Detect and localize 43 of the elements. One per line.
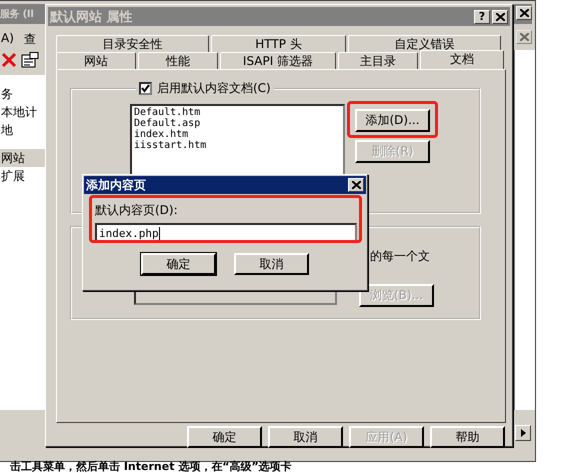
close-button[interactable] bbox=[348, 178, 364, 192]
help-button[interactable]: ? bbox=[474, 10, 490, 24]
tree-item[interactable]: 扩展 bbox=[0, 167, 46, 185]
close-button[interactable] bbox=[516, 6, 532, 20]
close-icon bbox=[496, 12, 504, 20]
tree-item[interactable]: 地 bbox=[0, 121, 46, 139]
close-icon bbox=[520, 33, 528, 41]
window-title: 默认网站 属性 bbox=[50, 8, 133, 26]
tab[interactable]: 主目录 bbox=[338, 52, 418, 69]
tab[interactable]: 目录安全性 bbox=[56, 35, 209, 52]
tab[interactable]: ISAPI 筛选器 bbox=[220, 52, 336, 69]
tab[interactable]: 网站 bbox=[56, 52, 136, 69]
enable-checkbox[interactable]: 启用默认内容文档(C) bbox=[139, 80, 271, 97]
list-item[interactable]: Default.htm bbox=[134, 107, 341, 118]
tab[interactable]: HTTP 头 bbox=[211, 35, 346, 52]
window-title: 服务 (II bbox=[0, 8, 34, 21]
page-text: 击工具菜单，然后单击 Internet 选项，在“高级”选项卡 bbox=[10, 461, 292, 473]
close-button[interactable] bbox=[492, 10, 508, 24]
triangle-right-icon bbox=[520, 429, 526, 437]
scroll-right-button[interactable] bbox=[515, 425, 531, 441]
tree-item[interactable]: 务 bbox=[0, 85, 46, 103]
field-label: 默认内容页(D): bbox=[95, 202, 179, 218]
delete-icon[interactable] bbox=[1, 52, 17, 68]
dialog-button[interactable]: 取消 bbox=[268, 426, 343, 448]
properties-icon[interactable] bbox=[21, 52, 39, 68]
ok-button[interactable]: 确定 bbox=[141, 253, 216, 275]
menu-item[interactable]: A) bbox=[1, 31, 14, 45]
dialog-button[interactable]: 确定 bbox=[187, 426, 262, 448]
tab[interactable]: 性能 bbox=[138, 52, 218, 69]
tree-item[interactable]: 本地计 bbox=[0, 103, 46, 121]
add-button[interactable]: 添加(D)... bbox=[355, 109, 430, 132]
menu-item[interactable]: 查 bbox=[24, 31, 36, 45]
tab[interactable]: 文档 bbox=[420, 50, 504, 69]
tree-item[interactable]: 网站 bbox=[0, 149, 46, 167]
list-item[interactable]: Default.asp bbox=[134, 118, 341, 129]
dialog-button[interactable]: 帮助 bbox=[430, 426, 505, 448]
close-icon bbox=[520, 9, 528, 17]
description-text: 的每一个文 bbox=[370, 248, 431, 265]
checkmark-icon bbox=[141, 84, 150, 93]
close-icon bbox=[352, 181, 360, 189]
list-item[interactable]: index.htm bbox=[134, 129, 341, 140]
list-item[interactable]: iisstart.htm bbox=[134, 140, 341, 151]
cancel-button[interactable]: 取消 bbox=[234, 253, 309, 275]
